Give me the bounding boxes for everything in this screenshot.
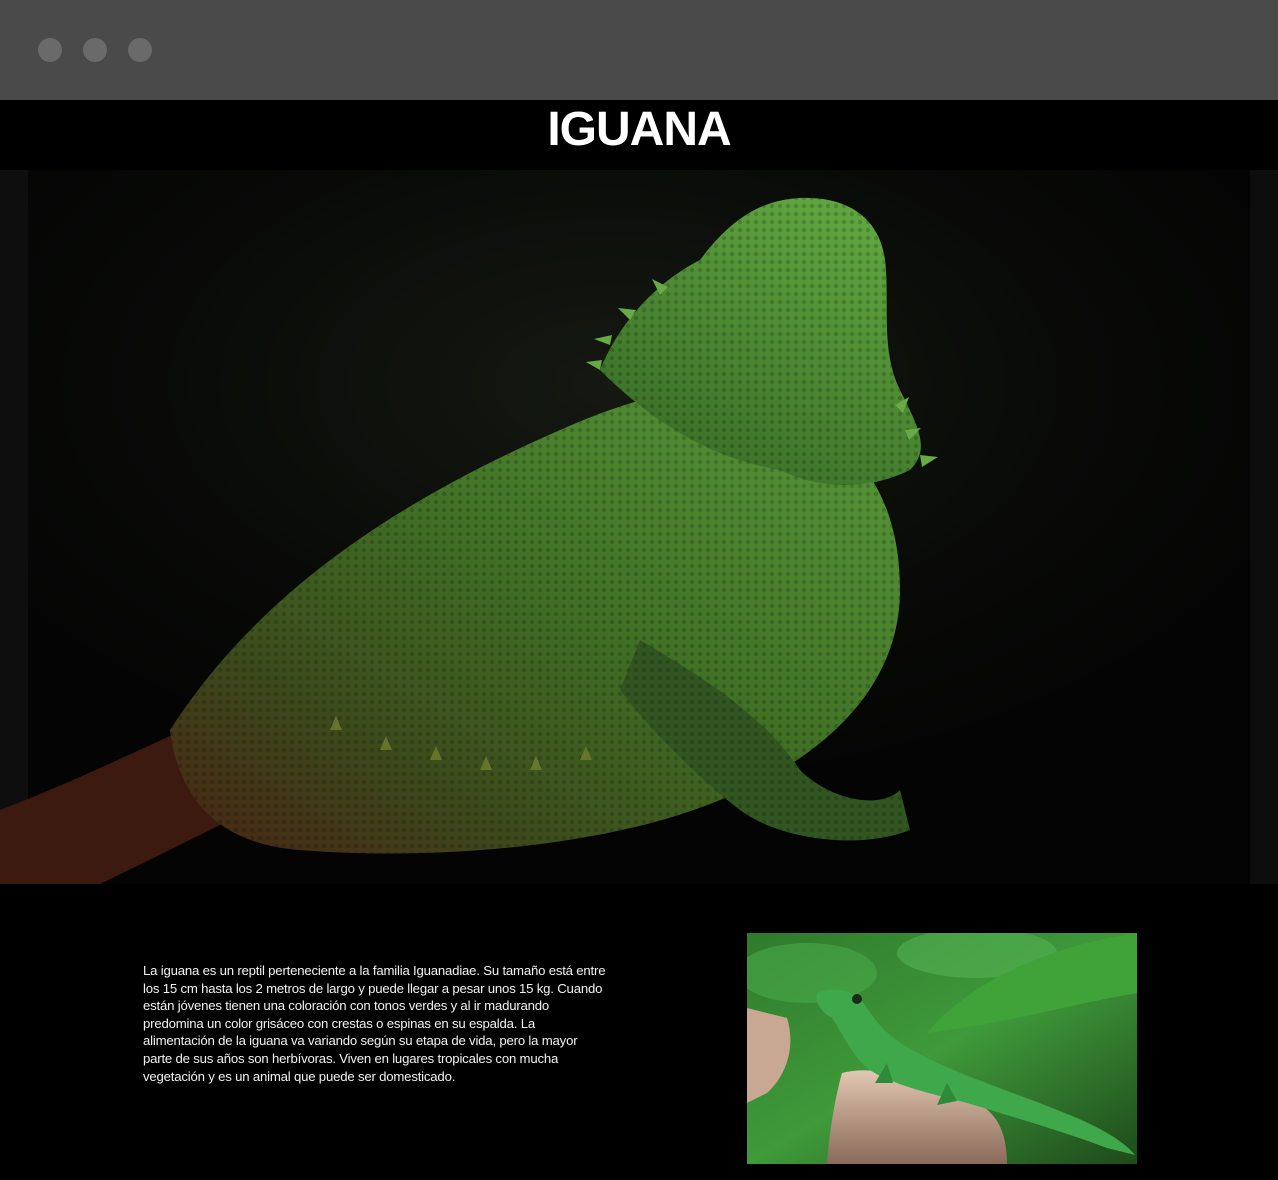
- content-section: La iguana es un reptil perteneciente a l…: [0, 884, 1278, 1180]
- description-text: La iguana es un reptil perteneciente a l…: [143, 963, 606, 1084]
- page-header: IGUANA: [0, 100, 1278, 170]
- iguana-thumbnail: [747, 933, 1137, 1164]
- close-window-dot[interactable]: [38, 38, 62, 62]
- hero-image: [0, 170, 1278, 884]
- green-iguana-photo-icon: [747, 933, 1137, 1164]
- window-title-bar: [0, 0, 1278, 100]
- minimize-window-dot[interactable]: [83, 38, 107, 62]
- lizard-hero-illustration: [0, 170, 1278, 884]
- maximize-window-dot[interactable]: [128, 38, 152, 62]
- page-title: IGUANA: [547, 103, 731, 156]
